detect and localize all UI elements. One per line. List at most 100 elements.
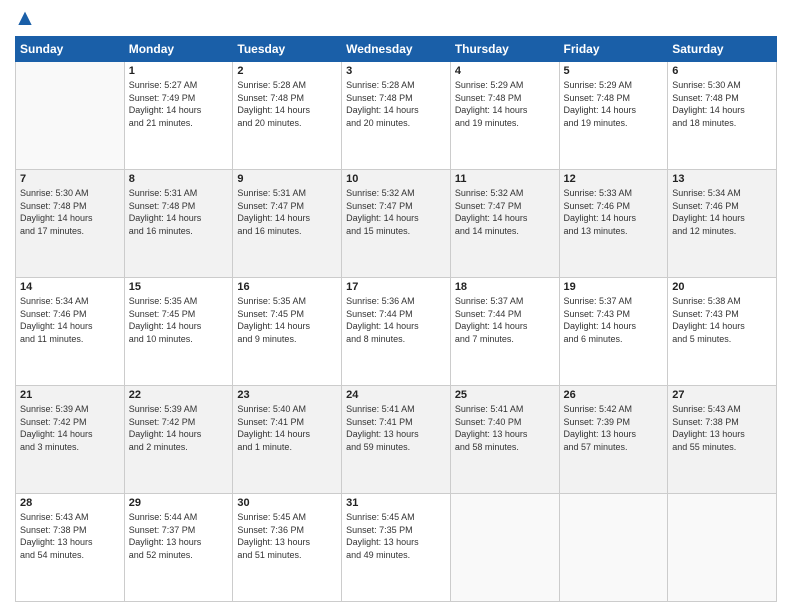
cell-info-text: Sunrise: 5:35 AMSunset: 7:45 PMDaylight:… [129, 295, 229, 345]
cell-date-number: 22 [129, 389, 229, 401]
cell-date-number: 3 [346, 65, 446, 77]
calendar-table: SundayMondayTuesdayWednesdayThursdayFrid… [15, 36, 777, 602]
calendar-cell: 12 Sunrise: 5:33 AMSunset: 7:46 PMDayligh… [559, 170, 668, 278]
cell-date-number: 5 [564, 65, 664, 77]
cell-date-number: 28 [20, 497, 120, 509]
header-day-saturday: Saturday [668, 37, 777, 62]
calendar-cell: 16Sunrise: 5:35 AMSunset: 7:45 PMDayligh… [233, 278, 342, 386]
header-day-sunday: Sunday [16, 37, 125, 62]
cell-date-number: 29 [129, 497, 229, 509]
calendar-cell: 27 Sunrise: 5:43 AMSunset: 7:38 PMDayligh… [668, 386, 777, 494]
calendar-cell: 2Sunrise: 5:28 AMSunset: 7:48 PMDaylight… [233, 62, 342, 170]
cell-date-number: 30 [237, 497, 337, 509]
cell-date-number: 31 [346, 497, 446, 509]
cell-date-number: 24 [346, 389, 446, 401]
cell-info-text: Sunrise: 5:37 AMSunset: 7:43 PMDaylight:… [564, 295, 664, 345]
cell-info-text: Sunrise: 5:34 AMSunset: 7:46 PMDaylight:… [672, 187, 772, 237]
week-row-3: 21 Sunrise: 5:39 AMSunset: 7:42 PMDayligh… [16, 386, 777, 494]
calendar-cell: 6 Sunrise: 5:30 AMSunset: 7:48 PMDaylight… [668, 62, 777, 170]
header-day-tuesday: Tuesday [233, 37, 342, 62]
cell-date-number: 1 [129, 65, 229, 77]
cell-info-text: Sunrise: 5:44 AMSunset: 7:37 PMDaylight:… [129, 511, 229, 561]
cell-info-text: Sunrise: 5:42 AMSunset: 7:39 PMDaylight:… [564, 403, 664, 453]
calendar-cell: 17Sunrise: 5:36 AMSunset: 7:44 PMDayligh… [342, 278, 451, 386]
week-row-2: 14Sunrise: 5:34 AMSunset: 7:46 PMDayligh… [16, 278, 777, 386]
calendar-cell: 13 Sunrise: 5:34 AMSunset: 7:46 PMDayligh… [668, 170, 777, 278]
calendar-cell: 25Sunrise: 5:41 AMSunset: 7:40 PMDayligh… [450, 386, 559, 494]
calendar-cell: 3 Sunrise: 5:28 AMSunset: 7:48 PMDaylight… [342, 62, 451, 170]
cell-info-text: Sunrise: 5:40 AMSunset: 7:41 PMDaylight:… [237, 403, 337, 453]
calendar-cell: 22Sunrise: 5:39 AMSunset: 7:42 PMDayligh… [124, 386, 233, 494]
cell-info-text: Sunrise: 5:30 AMSunset: 7:48 PMDaylight:… [20, 187, 120, 237]
cell-info-text: Sunrise: 5:34 AMSunset: 7:46 PMDaylight:… [20, 295, 120, 345]
page: SundayMondayTuesdayWednesdayThursdayFrid… [0, 0, 792, 612]
calendar-cell [450, 494, 559, 602]
calendar-cell: 11 Sunrise: 5:32 AMSunset: 7:47 PMDayligh… [450, 170, 559, 278]
cell-info-text: Sunrise: 5:36 AMSunset: 7:44 PMDaylight:… [346, 295, 446, 345]
calendar-cell: 24Sunrise: 5:41 AMSunset: 7:41 PMDayligh… [342, 386, 451, 494]
calendar-cell: 26 Sunrise: 5:42 AMSunset: 7:39 PMDayligh… [559, 386, 668, 494]
cell-info-text: Sunrise: 5:28 AMSunset: 7:48 PMDaylight:… [237, 79, 337, 129]
cell-date-number: 15 [129, 281, 229, 293]
cell-date-number: 27 [672, 389, 772, 401]
cell-info-text: Sunrise: 5:33 AMSunset: 7:46 PMDaylight:… [564, 187, 664, 237]
cell-info-text: Sunrise: 5:43 AMSunset: 7:38 PMDaylight:… [20, 511, 120, 561]
cell-info-text: Sunrise: 5:41 AMSunset: 7:40 PMDaylight:… [455, 403, 555, 453]
calendar-cell: 30 Sunrise: 5:45 AMSunset: 7:36 PMDayligh… [233, 494, 342, 602]
cell-date-number: 11 [455, 173, 555, 185]
cell-info-text: Sunrise: 5:29 AMSunset: 7:48 PMDaylight:… [455, 79, 555, 129]
cell-info-text: Sunrise: 5:43 AMSunset: 7:38 PMDaylight:… [672, 403, 772, 453]
cell-date-number: 4 [455, 65, 555, 77]
cell-date-number: 26 [564, 389, 664, 401]
cell-info-text: Sunrise: 5:39 AMSunset: 7:42 PMDaylight:… [20, 403, 120, 453]
header-day-wednesday: Wednesday [342, 37, 451, 62]
logo-icon [15, 10, 35, 30]
calendar-cell: 15 Sunrise: 5:35 AMSunset: 7:45 PMDayligh… [124, 278, 233, 386]
header-day-monday: Monday [124, 37, 233, 62]
header [15, 10, 777, 30]
cell-date-number: 19 [564, 281, 664, 293]
calendar-cell [559, 494, 668, 602]
calendar-cell: 21 Sunrise: 5:39 AMSunset: 7:42 PMDayligh… [16, 386, 125, 494]
calendar-cell: 29 Sunrise: 5:44 AMSunset: 7:37 PMDayligh… [124, 494, 233, 602]
cell-date-number: 20 [672, 281, 772, 293]
cell-info-text: Sunrise: 5:31 AMSunset: 7:48 PMDaylight:… [129, 187, 229, 237]
calendar-cell: 5 Sunrise: 5:29 AMSunset: 7:48 PMDaylight… [559, 62, 668, 170]
cell-info-text: Sunrise: 5:30 AMSunset: 7:48 PMDaylight:… [672, 79, 772, 129]
header-row: SundayMondayTuesdayWednesdayThursdayFrid… [16, 37, 777, 62]
calendar-cell: 19 Sunrise: 5:37 AMSunset: 7:43 PMDayligh… [559, 278, 668, 386]
calendar-cell: 1 Sunrise: 5:27 AMSunset: 7:49 PMDaylight… [124, 62, 233, 170]
cell-info-text: Sunrise: 5:45 AMSunset: 7:36 PMDaylight:… [237, 511, 337, 561]
cell-date-number: 10 [346, 173, 446, 185]
cell-info-text: Sunrise: 5:38 AMSunset: 7:43 PMDaylight:… [672, 295, 772, 345]
cell-info-text: Sunrise: 5:35 AMSunset: 7:45 PMDaylight:… [237, 295, 337, 345]
week-row-1: 7 Sunrise: 5:30 AMSunset: 7:48 PMDaylight… [16, 170, 777, 278]
cell-info-text: Sunrise: 5:28 AMSunset: 7:48 PMDaylight:… [346, 79, 446, 129]
header-day-thursday: Thursday [450, 37, 559, 62]
cell-date-number: 23 [237, 389, 337, 401]
calendar-cell [16, 62, 125, 170]
cell-info-text: Sunrise: 5:29 AMSunset: 7:48 PMDaylight:… [564, 79, 664, 129]
calendar-cell: 23 Sunrise: 5:40 AMSunset: 7:41 PMDayligh… [233, 386, 342, 494]
calendar-cell: 18Sunrise: 5:37 AMSunset: 7:44 PMDayligh… [450, 278, 559, 386]
calendar-cell: 28 Sunrise: 5:43 AMSunset: 7:38 PMDayligh… [16, 494, 125, 602]
calendar-cell: 10Sunrise: 5:32 AMSunset: 7:47 PMDayligh… [342, 170, 451, 278]
cell-info-text: Sunrise: 5:27 AMSunset: 7:49 PMDaylight:… [129, 79, 229, 129]
header-day-friday: Friday [559, 37, 668, 62]
calendar-cell: 7 Sunrise: 5:30 AMSunset: 7:48 PMDaylight… [16, 170, 125, 278]
cell-date-number: 7 [20, 173, 120, 185]
cell-date-number: 8 [129, 173, 229, 185]
calendar-cell: 14Sunrise: 5:34 AMSunset: 7:46 PMDayligh… [16, 278, 125, 386]
cell-info-text: Sunrise: 5:37 AMSunset: 7:44 PMDaylight:… [455, 295, 555, 345]
cell-date-number: 6 [672, 65, 772, 77]
cell-info-text: Sunrise: 5:32 AMSunset: 7:47 PMDaylight:… [455, 187, 555, 237]
calendar-cell: 20 Sunrise: 5:38 AMSunset: 7:43 PMDayligh… [668, 278, 777, 386]
cell-date-number: 12 [564, 173, 664, 185]
cell-date-number: 21 [20, 389, 120, 401]
week-row-0: 1 Sunrise: 5:27 AMSunset: 7:49 PMDaylight… [16, 62, 777, 170]
cell-date-number: 13 [672, 173, 772, 185]
calendar-cell [668, 494, 777, 602]
cell-date-number: 9 [237, 173, 337, 185]
calendar-cell: 8 Sunrise: 5:31 AMSunset: 7:48 PMDaylight… [124, 170, 233, 278]
logo [15, 10, 39, 30]
